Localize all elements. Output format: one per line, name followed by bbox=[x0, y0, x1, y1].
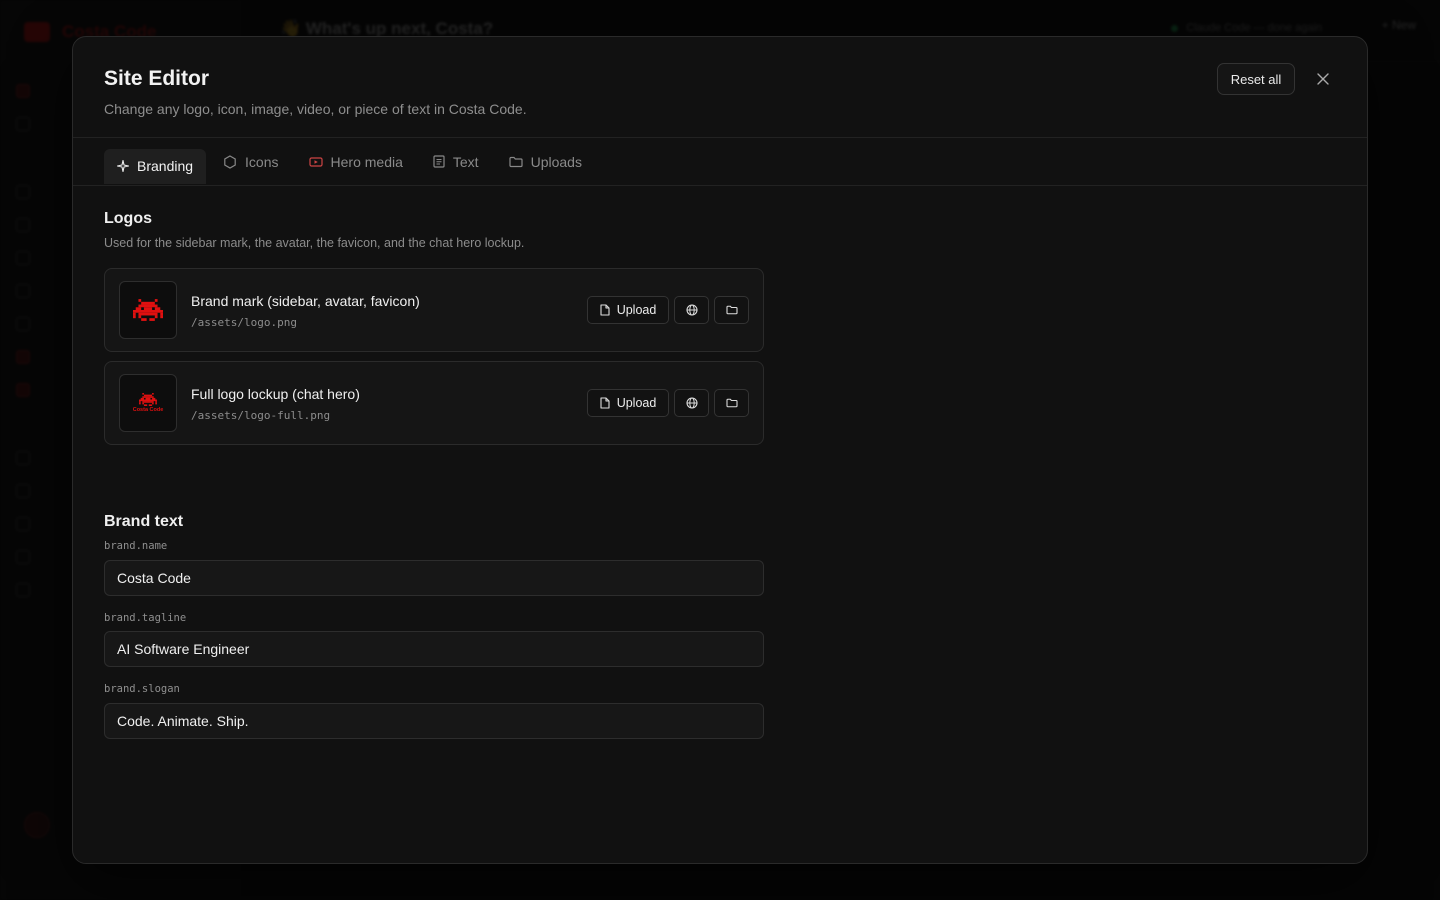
tab-label: Icons bbox=[245, 153, 279, 170]
logos-description: Used for the sidebar mark, the avatar, t… bbox=[104, 236, 525, 250]
close-button[interactable] bbox=[1311, 67, 1335, 91]
tab-label: Uploads bbox=[530, 153, 582, 170]
upload-label: Upload bbox=[616, 303, 657, 317]
folder-icon bbox=[508, 156, 523, 167]
document-icon bbox=[433, 155, 445, 168]
branding-panel: Logos Used for the sidebar mark, the ava… bbox=[104, 210, 764, 739]
logo-name: Full logo lockup (chat hero) bbox=[191, 386, 360, 402]
reset-all-button[interactable]: Reset all bbox=[1217, 63, 1295, 95]
logo-card-full-lockup: Costa Code Full logo lockup (chat hero) … bbox=[104, 361, 764, 445]
upload-button[interactable]: Upload bbox=[587, 296, 669, 324]
folder-icon bbox=[725, 305, 738, 315]
tab-label: Branding bbox=[137, 158, 194, 174]
logos-heading: Logos bbox=[104, 210, 152, 227]
logo-thumbnail bbox=[119, 281, 177, 339]
url-button[interactable] bbox=[674, 296, 709, 324]
brand-text-heading: Brand text bbox=[104, 513, 184, 530]
brand-name-input[interactable] bbox=[104, 560, 764, 596]
browse-uploads-button[interactable] bbox=[714, 296, 749, 324]
file-icon bbox=[600, 397, 610, 409]
field-label-brand-name: brand.name bbox=[104, 540, 168, 552]
url-button[interactable] bbox=[674, 389, 709, 417]
video-icon bbox=[308, 156, 323, 167]
brand-tagline-input[interactable] bbox=[104, 631, 764, 667]
logo-lockup-text: Costa Code bbox=[132, 407, 164, 413]
modal-subtitle: Change any logo, icon, image, video, or … bbox=[104, 101, 527, 117]
folder-icon bbox=[725, 398, 738, 408]
logo-card-brand-mark: Brand mark (sidebar, avatar, favicon) /a… bbox=[104, 268, 764, 352]
logo-path: /assets/logo-full.png bbox=[191, 409, 331, 422]
field-label-brand-slogan: brand.slogan bbox=[104, 683, 180, 695]
tab-label: Hero media bbox=[330, 153, 403, 170]
file-icon bbox=[600, 304, 610, 316]
tab-branding[interactable]: Branding bbox=[104, 149, 207, 184]
sparkle-icon bbox=[117, 160, 129, 172]
tab-hero-media[interactable]: Hero media bbox=[296, 145, 416, 179]
site-editor-modal: Site Editor Change any logo, icon, image… bbox=[72, 36, 1368, 864]
upload-button[interactable]: Upload bbox=[587, 389, 669, 417]
tab-text[interactable]: Text bbox=[420, 145, 492, 179]
tab-icons[interactable]: Icons bbox=[210, 145, 291, 179]
close-icon bbox=[1317, 73, 1329, 85]
space-invader-logo-icon bbox=[139, 393, 157, 406]
browse-uploads-button[interactable] bbox=[714, 389, 749, 417]
logo-path: /assets/logo.png bbox=[191, 316, 297, 329]
tab-bar: Branding Icons Hero media Text Uploads bbox=[73, 138, 1367, 186]
globe-icon bbox=[685, 304, 698, 316]
space-invader-logo-icon bbox=[133, 299, 163, 321]
tab-label: Text bbox=[452, 153, 479, 170]
field-label-brand-tagline: brand.tagline bbox=[104, 612, 187, 624]
logo-name: Brand mark (sidebar, avatar, favicon) bbox=[191, 293, 420, 309]
upload-label: Upload bbox=[616, 396, 657, 410]
modal-header: Site Editor Change any logo, icon, image… bbox=[73, 37, 1367, 138]
modal-title: Site Editor bbox=[104, 67, 210, 90]
brand-slogan-input[interactable] bbox=[104, 703, 764, 739]
logo-thumbnail: Costa Code bbox=[119, 374, 177, 432]
shapes-icon bbox=[224, 154, 236, 169]
tab-uploads[interactable]: Uploads bbox=[496, 145, 595, 179]
globe-icon bbox=[685, 397, 698, 409]
